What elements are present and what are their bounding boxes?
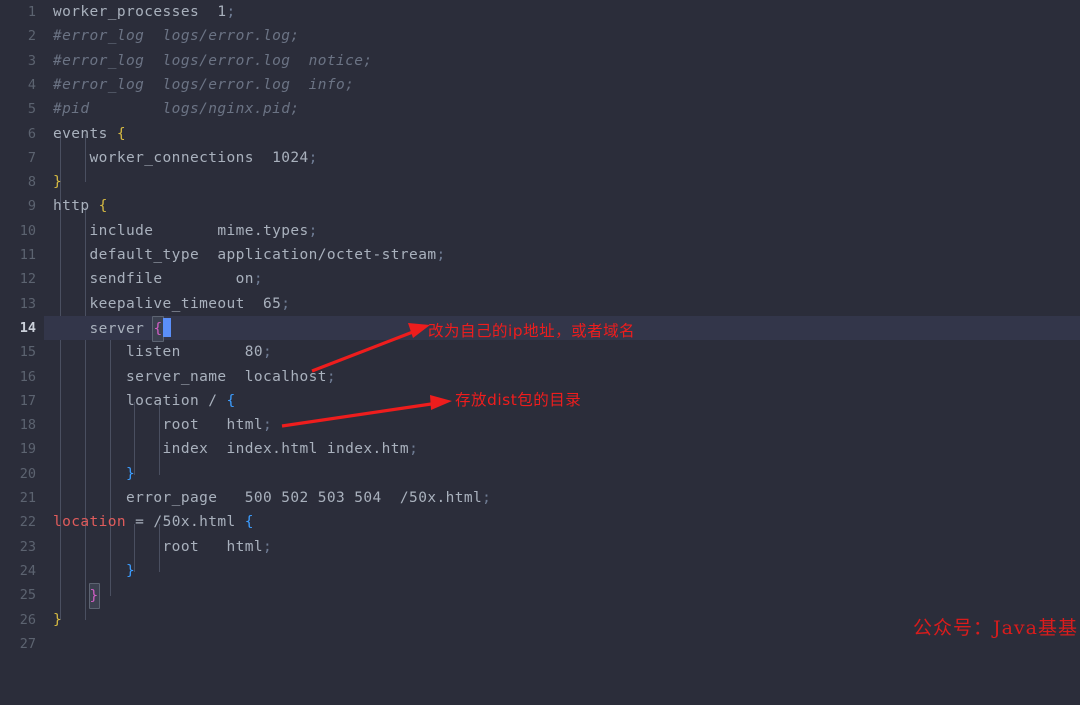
bracket-match-highlight: } <box>88 583 100 610</box>
code-line-text: default_type application/octet-stream; <box>53 247 446 263</box>
code-line[interactable]: index index.html index.htm; <box>0 437 1080 461</box>
line-number[interactable]: 3 <box>0 49 36 73</box>
code-line-text: } <box>53 174 63 191</box>
code-line-text: #error_log logs/error.log; <box>53 28 300 45</box>
code-line-text: http { <box>53 198 108 215</box>
code-line-text: worker_processes 1; <box>53 4 236 20</box>
code-line-text: include mime.types; <box>53 222 318 239</box>
line-number[interactable]: 1 <box>0 0 36 24</box>
line-number[interactable]: 15 <box>0 340 36 364</box>
code-line[interactable]: } <box>0 583 1080 610</box>
line-number[interactable]: 9 <box>0 194 36 218</box>
line-number-gutter[interactable]: 1 2 3 4 5 6 7 8 9 10 11 12 13 14 15 16 1… <box>0 0 44 652</box>
line-number[interactable]: 4 <box>0 73 36 97</box>
code-line[interactable]: worker_connections 1024; <box>0 146 1080 170</box>
line-number[interactable]: 27 <box>0 632 36 656</box>
code-line-text: } <box>126 465 136 482</box>
line-number[interactable]: 17 <box>0 389 36 413</box>
code-line[interactable]: include mime.types; <box>0 219 1080 243</box>
line-number[interactable]: 10 <box>0 219 36 243</box>
code-line-text: #pid logs/nginx.pid; <box>53 101 300 118</box>
watermark-text: 公众号：Java基基 <box>912 617 1078 639</box>
code-line[interactable]: error_page 500 502 503 504 /50x.html; <box>0 486 1080 510</box>
code-line-text: server_name localhost; <box>53 368 337 385</box>
line-number[interactable]: 11 <box>0 243 36 267</box>
line-number[interactable]: 21 <box>0 486 36 510</box>
code-line[interactable]: worker_processes 1; <box>0 0 1080 24</box>
code-line[interactable]: } <box>0 462 1080 486</box>
text-caret <box>162 317 171 337</box>
line-number[interactable]: 20 <box>0 462 36 486</box>
code-line-text: root html; <box>53 538 273 555</box>
line-number[interactable]: 13 <box>0 292 36 316</box>
code-line[interactable]: keepalive_timeout 65; <box>0 292 1080 316</box>
code-line[interactable]: #pid logs/nginx.pid; <box>0 97 1080 121</box>
line-number[interactable]: 19 <box>0 437 36 461</box>
code-line[interactable]: root html; <box>0 413 1080 437</box>
code-line[interactable]: default_type application/octet-stream; <box>0 243 1080 267</box>
code-line[interactable]: sendfile on; <box>0 267 1080 291</box>
code-line[interactable]: http { <box>0 194 1080 218</box>
code-line-text: } <box>126 562 136 579</box>
code-line-text: events { <box>53 125 127 142</box>
line-number[interactable]: 2 <box>0 24 36 48</box>
code-line-text: listen 80; <box>53 344 273 361</box>
code-editor[interactable]: worker_processes 1; #error_log logs/erro… <box>0 0 1080 652</box>
line-number[interactable]: 23 <box>0 535 36 559</box>
annotation-dist-note: 存放dist包的目录 <box>455 391 582 409</box>
code-line[interactable]: root html; <box>0 535 1080 559</box>
code-line-text: keepalive_timeout 65; <box>53 295 291 312</box>
code-line-text: worker_connections 1024; <box>53 149 318 166</box>
line-number[interactable]: 18 <box>0 413 36 437</box>
code-line[interactable]: listen 80; <box>0 340 1080 364</box>
code-line[interactable]: location = /50x.html { <box>0 510 1080 534</box>
code-line-text: #error_log logs/error.log info; <box>53 76 355 93</box>
line-number[interactable]: 6 <box>0 122 36 146</box>
annotation-ip-note: 改为自己的ip地址，或者域名 <box>428 322 636 340</box>
line-number[interactable]: 22 <box>0 510 36 534</box>
line-number[interactable]: 26 <box>0 608 36 632</box>
code-line-text: #error_log logs/error.log notice; <box>53 52 373 69</box>
code-line[interactable]: } <box>0 170 1080 194</box>
code-line-text: } <box>53 583 100 610</box>
code-line[interactable]: } <box>0 559 1080 583</box>
code-line-text: } <box>53 611 63 628</box>
line-number-active[interactable]: 14 <box>0 316 36 340</box>
code-line-text: location / { <box>53 392 236 409</box>
line-number[interactable]: 24 <box>0 559 36 583</box>
line-number[interactable]: 25 <box>0 583 36 607</box>
line-number[interactable]: 8 <box>0 170 36 194</box>
line-number[interactable]: 16 <box>0 365 36 389</box>
code-line-text: server { <box>53 315 171 343</box>
code-line-text: index index.html index.htm; <box>53 441 419 458</box>
code-line-text: sendfile on; <box>53 271 263 288</box>
code-line-text: root html; <box>53 417 273 434</box>
line-number[interactable]: 12 <box>0 267 36 291</box>
line-number[interactable]: 7 <box>0 146 36 170</box>
code-line-text: error_page 500 502 503 504 /50x.html; <box>53 490 492 506</box>
code-line[interactable]: events { <box>0 122 1080 146</box>
code-line[interactable]: #error_log logs/error.log; <box>0 24 1080 48</box>
code-line[interactable]: #error_log logs/error.log notice; <box>0 49 1080 73</box>
code-line[interactable]: server_name localhost; <box>0 365 1080 389</box>
code-line[interactable]: #error_log logs/error.log info; <box>0 73 1080 97</box>
line-number[interactable]: 5 <box>0 97 36 121</box>
